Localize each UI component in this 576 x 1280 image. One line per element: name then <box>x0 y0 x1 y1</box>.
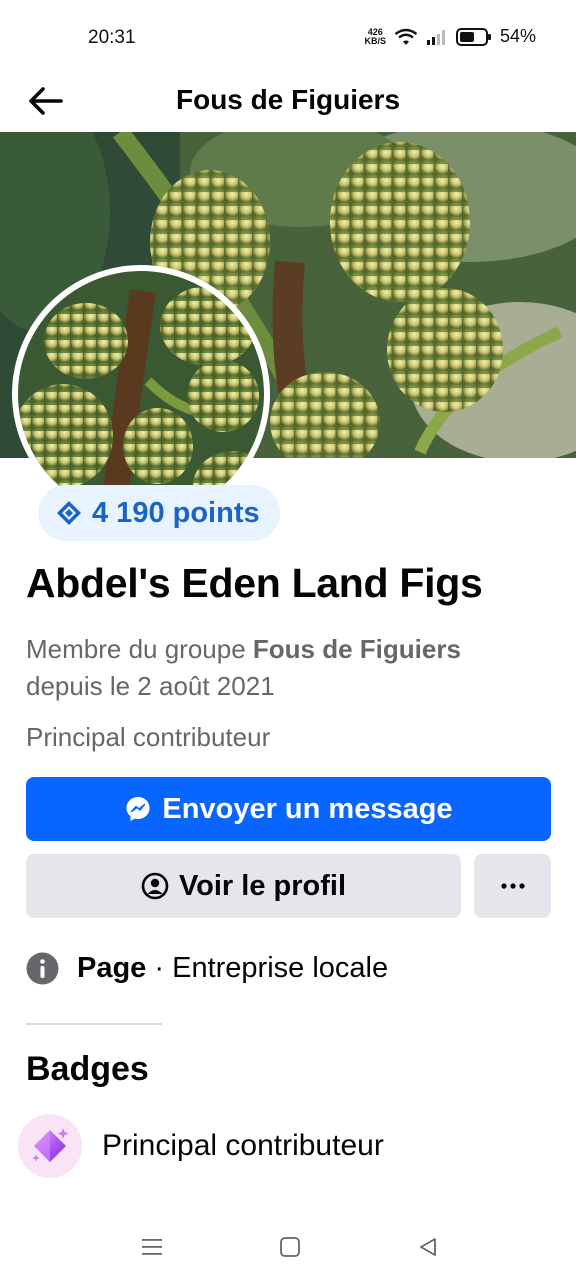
back-nav-button[interactable] <box>408 1231 448 1263</box>
recent-apps-button[interactable] <box>132 1231 172 1263</box>
send-message-label: Envoyer un message <box>162 792 453 825</box>
app-header: Fous de Figuiers <box>0 70 576 132</box>
view-profile-button[interactable]: Voir le profil <box>26 854 461 918</box>
menu-lines-icon <box>142 1239 162 1255</box>
battery-percent: 54% <box>499 26 536 46</box>
system-nav-bar <box>0 1215 576 1280</box>
badge-item[interactable]: Principal contributeur <box>18 1114 384 1178</box>
page-type: Page <box>77 952 147 984</box>
signal-icon <box>426 29 445 45</box>
status-icons: 426 KB/S 54% <box>364 26 536 47</box>
page-info-row: Page · Entreprise locale <box>26 952 388 985</box>
square-home-icon <box>280 1237 300 1257</box>
view-profile-label: Voir le profil <box>178 869 347 902</box>
avatar-figs-photo <box>18 271 264 517</box>
diamond-points-icon <box>57 501 81 525</box>
status-time: 20:31 <box>88 27 136 48</box>
battery-icon <box>455 27 491 46</box>
member-since: depuis le 2 août 2021 <box>26 671 275 701</box>
more-dots-icon <box>500 883 525 889</box>
wifi-icon <box>394 28 418 45</box>
home-button[interactable] <box>270 1231 310 1263</box>
messenger-icon <box>126 797 150 821</box>
badge-label: Principal contributeur <box>102 1129 384 1162</box>
points-badge[interactable]: 4 190 points <box>38 485 280 541</box>
member-role: Principal contributeur <box>26 722 271 752</box>
page-title: Fous de Figuiers <box>175 84 401 115</box>
info-icon <box>26 952 59 985</box>
group-name-link[interactable]: Fous de Figuiers <box>253 634 461 664</box>
page-category: Entreprise locale <box>172 952 389 984</box>
divider <box>26 1023 162 1025</box>
triangle-back-icon <box>420 1238 436 1256</box>
send-message-button[interactable]: Envoyer un message <box>26 777 551 841</box>
badges-title: Badges <box>26 1050 149 1088</box>
points-value: 4 190 points <box>92 496 260 529</box>
user-circle-icon <box>141 872 169 900</box>
more-options-button[interactable] <box>474 854 551 918</box>
member-name: Abdel's Eden Land Figs <box>26 560 483 606</box>
page-info-text: Page · Entreprise locale <box>77 952 389 984</box>
member-info: Membre du groupe Fous de Figuiers depuis… <box>26 631 556 705</box>
sparkle-diamond-icon <box>18 1114 82 1178</box>
status-bar: 20:31 426 KB/S 54% <box>0 0 576 70</box>
network-speed: 426 KB/S <box>364 26 386 46</box>
member-prefix: Membre du groupe <box>26 634 253 664</box>
